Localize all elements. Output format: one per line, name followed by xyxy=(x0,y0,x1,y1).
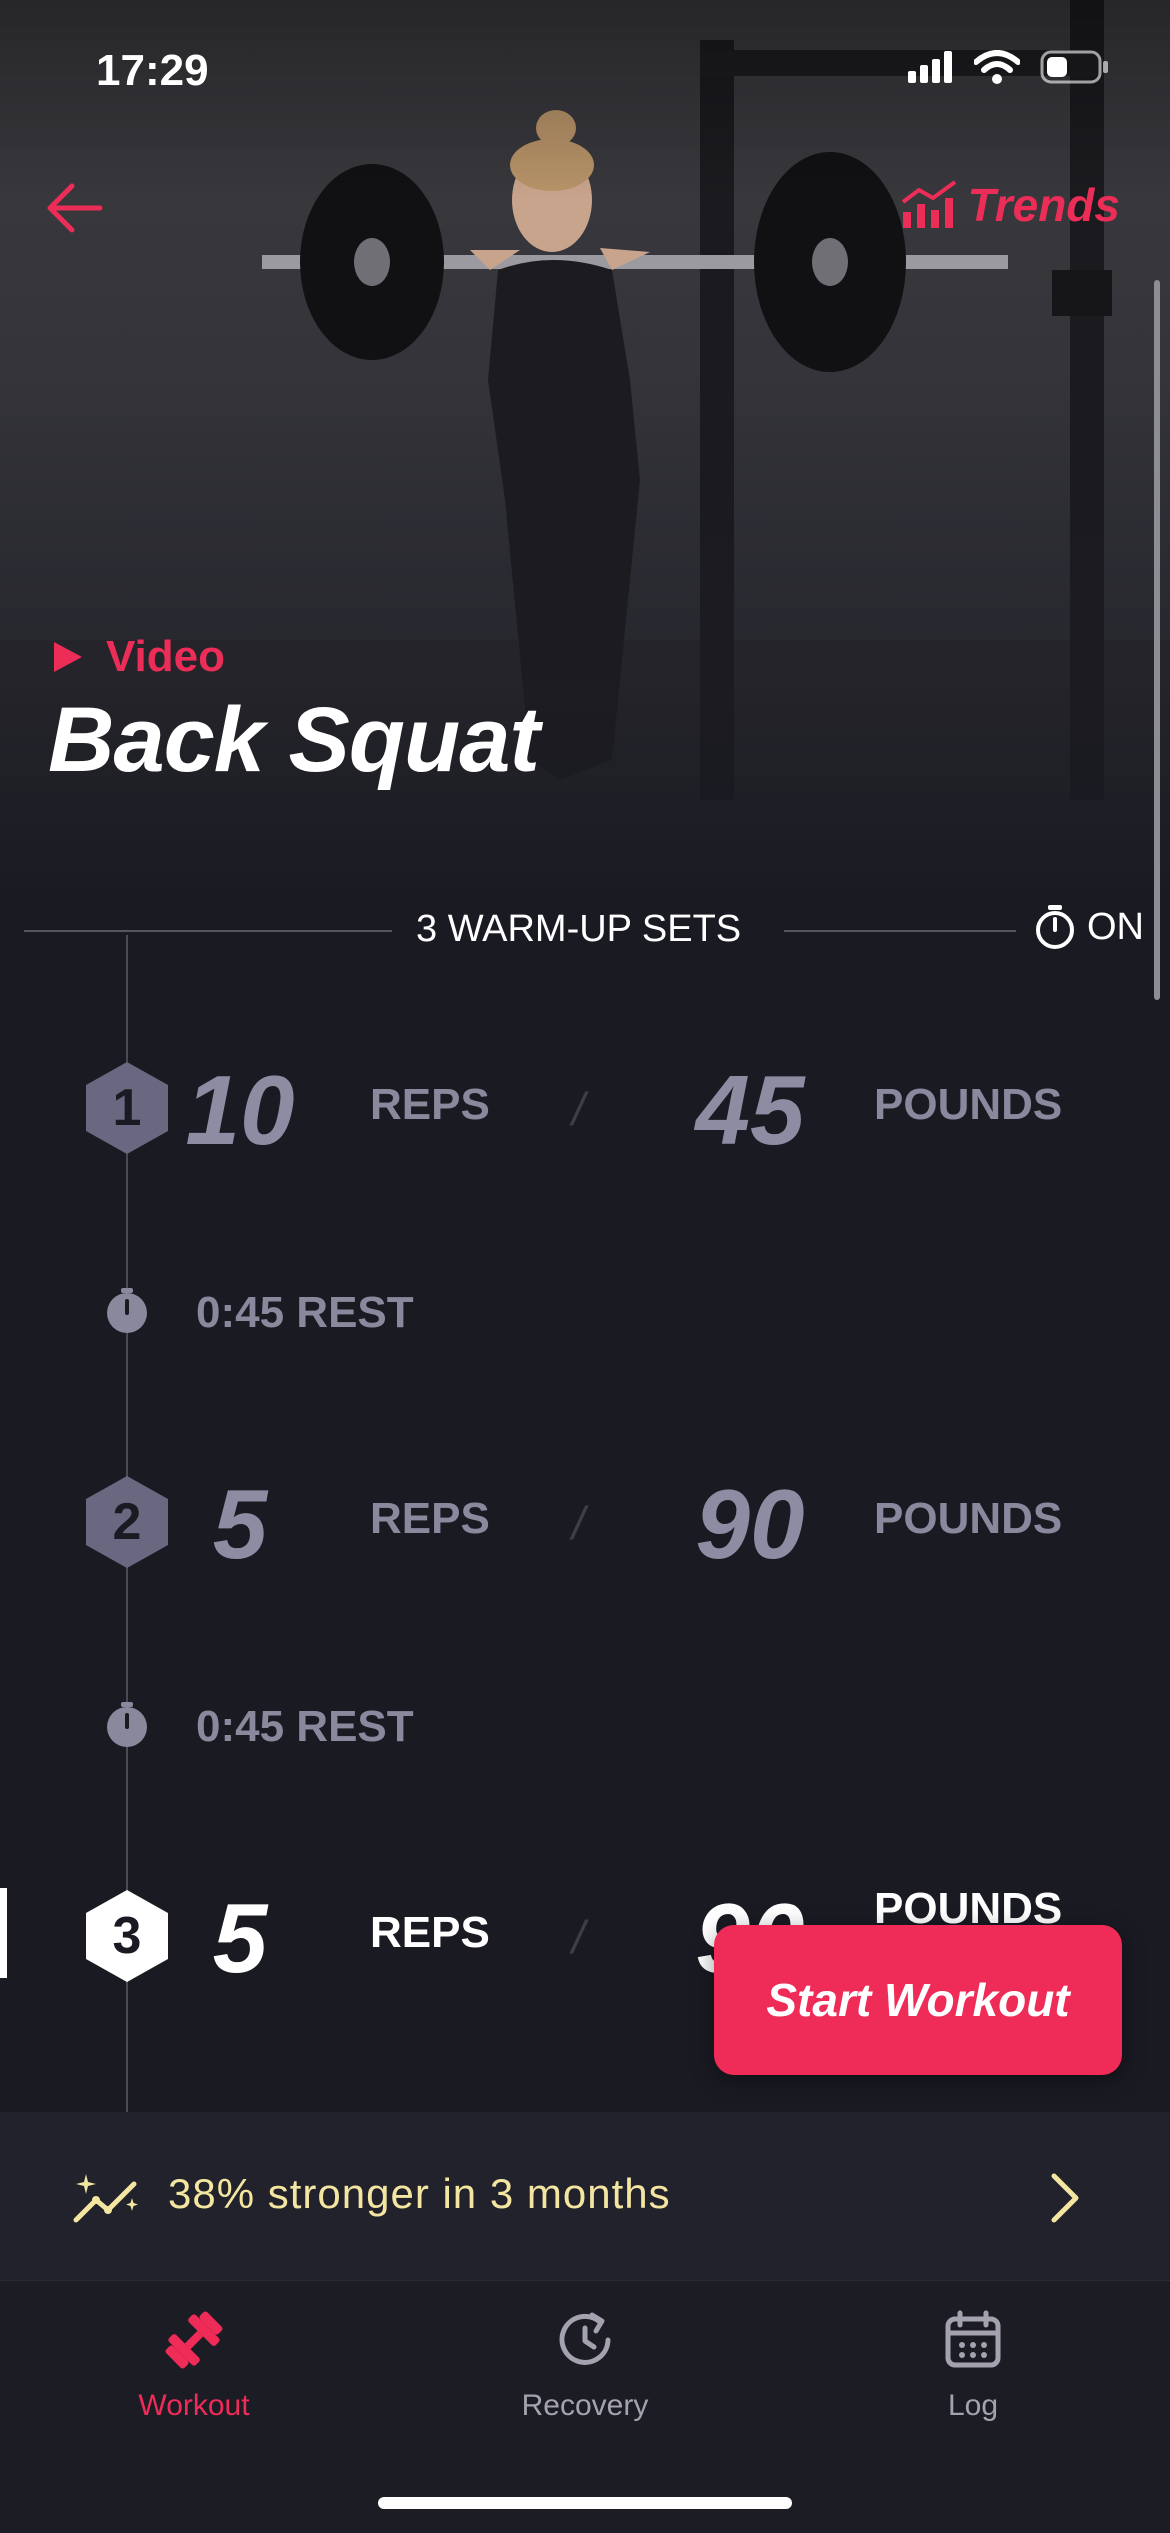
rest-duration: 0:45 REST xyxy=(196,1702,414,1751)
status-time: 17:29 xyxy=(96,46,209,95)
sparkle-trend-icon xyxy=(73,2174,138,2223)
status-icons xyxy=(908,50,1110,84)
rest-row: 0:45 REST xyxy=(0,1282,1170,1342)
scrollbar[interactable] xyxy=(1154,280,1160,1000)
trends-label: Trends xyxy=(967,179,1120,231)
separator: / xyxy=(572,1911,585,1963)
pounds-value[interactable]: 45 xyxy=(660,1054,840,1167)
home-indicator xyxy=(378,2497,792,2509)
calendar-icon xyxy=(945,2310,1001,2368)
separator: / xyxy=(572,1497,585,1549)
reps-label: REPS xyxy=(370,1080,490,1129)
warmup-set-row[interactable]: 2 5 REPS / 90 POUNDS xyxy=(0,1469,1170,1594)
warmup-sets-label: 3 WARM-UP SETS xyxy=(416,908,742,950)
recovery-clock-icon xyxy=(559,2312,611,2365)
stopwatch-icon xyxy=(107,1702,147,1747)
hero-image: 17:29 Trends Video Back Squat xyxy=(0,0,1170,900)
trends-button[interactable]: Trends xyxy=(901,178,1120,232)
pounds-label: POUNDS xyxy=(874,1080,1063,1129)
dumbbell-icon xyxy=(165,2311,223,2369)
tab-workout[interactable]: Workout xyxy=(64,2305,324,2465)
tab-label: Log xyxy=(947,2389,999,2422)
separator: / xyxy=(572,1083,585,1135)
warmup-set-row[interactable]: 1 10 REPS / 45 POUNDS xyxy=(0,1055,1170,1180)
reps-value[interactable]: 5 xyxy=(150,1882,330,1995)
tab-log[interactable]: Log xyxy=(843,2305,1103,2465)
tab-bar: Workout Recovery Log xyxy=(0,2280,1170,2533)
reps-value[interactable]: 10 xyxy=(150,1054,330,1167)
pounds-value[interactable]: 90 xyxy=(660,1468,840,1581)
play-icon xyxy=(54,642,82,672)
start-workout-button[interactable]: Start Workout xyxy=(714,1925,1122,2075)
reps-label: REPS xyxy=(370,1494,490,1543)
bar-chart-trend-icon xyxy=(902,180,957,228)
rest-timer-toggle[interactable]: ON xyxy=(1033,904,1144,950)
arrow-left-icon xyxy=(47,183,103,233)
video-label: Video xyxy=(106,632,226,681)
strength-progress-banner[interactable]: 38% stronger in 3 months xyxy=(0,2112,1170,2280)
chevron-right-icon xyxy=(1051,2173,1079,2223)
reps-label: REPS xyxy=(370,1908,490,1957)
strength-progress-text: 38% stronger in 3 months xyxy=(168,2170,671,2217)
tab-label: Workout xyxy=(138,2389,250,2422)
stopwatch-icon xyxy=(1036,905,1074,949)
stopwatch-icon xyxy=(107,1288,147,1333)
back-button[interactable] xyxy=(44,178,116,238)
divider-line xyxy=(784,930,1016,932)
rest-row: 0:45 REST xyxy=(0,1696,1170,1756)
tab-recovery[interactable]: Recovery xyxy=(455,2305,715,2465)
cellular-signal-icon xyxy=(908,51,952,83)
reps-value[interactable]: 5 xyxy=(150,1468,330,1581)
wifi-icon xyxy=(974,50,1020,84)
rest-duration: 0:45 REST xyxy=(196,1288,414,1337)
status-bar: 17:29 xyxy=(0,0,1170,140)
timer-state: ON xyxy=(1087,905,1144,948)
video-link[interactable]: Video xyxy=(52,632,225,682)
exercise-title: Back Squat xyxy=(48,689,540,791)
battery-icon xyxy=(1040,50,1108,84)
tab-label: Recovery xyxy=(521,2389,649,2422)
divider-line xyxy=(24,930,392,932)
warmup-header: 3 WARM-UP SETS ON xyxy=(24,900,1144,960)
pounds-label: POUNDS xyxy=(874,1494,1063,1543)
